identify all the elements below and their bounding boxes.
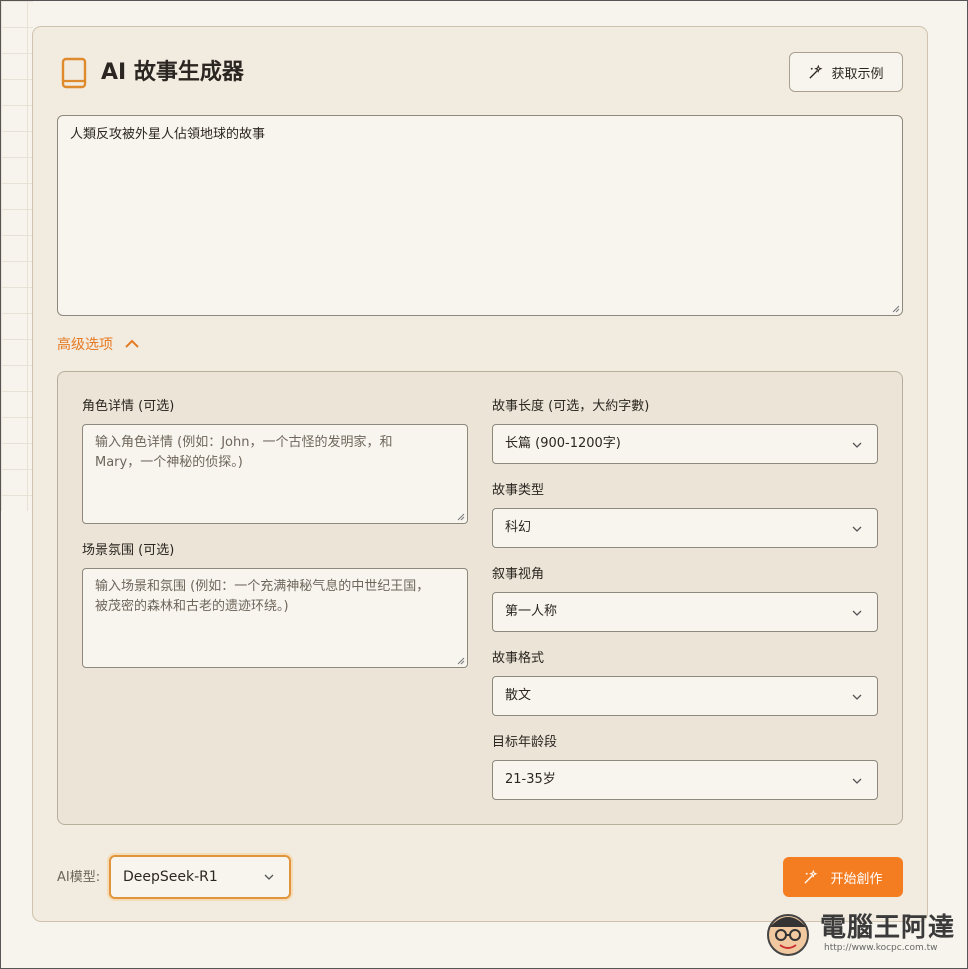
character-placeholder-line1: 输入角色详情 (例如：John，一个古怪的发明家，和: [95, 435, 393, 450]
target-age-value: 21-35岁: [505, 772, 556, 787]
story-length-value: 长篇 (900-1200字): [505, 436, 621, 451]
mascot-logo-icon: [767, 914, 809, 956]
header: AI 故事生成器 获取示例: [57, 52, 903, 93]
narrative-perspective-value: 第一人称: [505, 604, 558, 619]
story-genre-label: 故事类型: [492, 483, 545, 498]
chevron-up-icon: [125, 339, 139, 348]
chevron-down-icon: [852, 778, 862, 784]
start-creating-button[interactable]: 开始創作: [783, 857, 903, 897]
page-title: AI 故事生成器: [101, 60, 244, 85]
start-creating-label: 开始創作: [830, 871, 883, 887]
character-details-label: 角色详情 (可选): [82, 399, 175, 414]
magic-wand-icon: [804, 869, 818, 884]
ai-model-value: DeepSeek-R1: [123, 869, 218, 885]
story-prompt-textarea[interactable]: 人類反攻被外星人佔領地球的故事: [57, 115, 903, 316]
story-generator-card: AI 故事生成器 获取示例 人類反攻被外星人佔領地球的故事 高级选项 角色详情 …: [32, 26, 928, 922]
character-details-textarea[interactable]: 输入角色详情 (例如：John，一个古怪的发明家，和 Mary，一个神秘的侦探。…: [82, 424, 468, 524]
scene-atmosphere-textarea[interactable]: 输入场景和氛围 (例如：一个充满神秘气息的中世纪王国， 被茂密的森林和古老的遗迹…: [82, 568, 468, 668]
chevron-down-icon: [852, 610, 862, 616]
resize-handle-icon[interactable]: [892, 305, 900, 313]
story-format-label: 故事格式: [492, 651, 545, 666]
chevron-down-icon: [264, 874, 274, 880]
story-length-label: 故事长度 (可选，大約字數): [492, 399, 650, 414]
get-example-label: 获取示例: [831, 66, 884, 82]
book-icon: [61, 57, 87, 89]
chevron-down-icon: [852, 442, 862, 448]
ai-model-select[interactable]: DeepSeek-R1: [109, 855, 291, 899]
target-age-label: 目标年龄段: [492, 735, 558, 750]
background-grid: [1, 1, 33, 511]
get-example-button[interactable]: 获取示例: [789, 52, 903, 92]
target-age-select[interactable]: 21-35岁: [492, 760, 878, 800]
advanced-options-toggle[interactable]: 高级选项: [57, 333, 139, 355]
advanced-options-panel: 角色详情 (可选) 输入角色详情 (例如：John，一个古怪的发明家，和 Mar…: [57, 371, 903, 825]
watermark: 電腦王阿達 http://www.kocpc.com.tw: [762, 905, 958, 963]
character-placeholder-line2: Mary，一个神秘的侦探。): [95, 455, 243, 470]
chevron-down-icon: [852, 694, 862, 700]
watermark-url: http://www.kocpc.com.tw: [824, 943, 938, 953]
narrative-perspective-select[interactable]: 第一人称: [492, 592, 878, 632]
watermark-brand: 電腦王阿達: [820, 913, 956, 943]
story-prompt-value: 人類反攻被外星人佔領地球的故事: [70, 127, 266, 142]
narrative-perspective-label: 叙事视角: [492, 567, 545, 582]
resize-handle-icon[interactable]: [457, 513, 465, 521]
resize-handle-icon[interactable]: [457, 657, 465, 665]
scene-placeholder-line2: 被茂密的森林和古老的遗迹环绕。): [95, 599, 289, 614]
story-format-value: 散文: [505, 688, 532, 703]
story-length-select[interactable]: 长篇 (900-1200字): [492, 424, 878, 464]
ai-model-label: AI模型:: [57, 870, 101, 885]
magic-wand-icon: [809, 64, 823, 79]
story-genre-select[interactable]: 科幻: [492, 508, 878, 548]
advanced-options-label: 高级选项: [57, 337, 113, 353]
story-format-select[interactable]: 散文: [492, 676, 878, 716]
chevron-down-icon: [852, 526, 862, 532]
story-genre-value: 科幻: [505, 520, 532, 535]
scene-atmosphere-label: 场景氛围 (可选): [82, 543, 175, 558]
scene-placeholder-line1: 输入场景和氛围 (例如：一个充满神秘气息的中世纪王国，: [95, 579, 430, 594]
